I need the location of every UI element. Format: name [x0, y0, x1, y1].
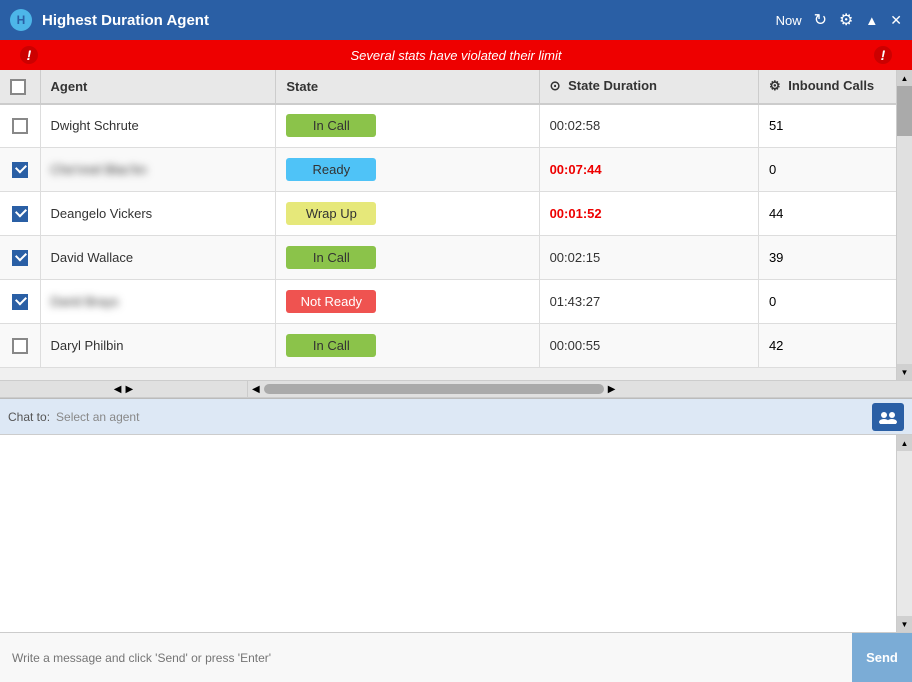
table-vertical-scrollbar[interactable]: ▲ ▼ — [896, 70, 912, 380]
col-header-state: State — [276, 70, 539, 104]
state-badge: In Call — [286, 246, 376, 269]
row-checkbox[interactable] — [12, 250, 28, 266]
chat-scroll-down[interactable]: ▼ — [897, 616, 912, 632]
right-scroll-pane[interactable]: ◀ ▶ — [248, 381, 912, 397]
row-checkbox[interactable] — [12, 338, 28, 354]
right-scroll-right-arrow[interactable]: ▶ — [608, 384, 616, 395]
agents-icon — [879, 410, 897, 424]
chat-scroll-up[interactable]: ▲ — [897, 435, 912, 451]
row-checkbox[interactable] — [12, 294, 28, 310]
chat-agent-select[interactable]: Select an agent — [56, 410, 872, 424]
agent-name: Dwight Schrute — [51, 118, 139, 133]
chat-agents-button[interactable] — [872, 403, 904, 431]
select-all-checkbox[interactable] — [10, 79, 26, 95]
state-badge: Ready — [286, 158, 376, 181]
col-header-duration: ⊙ State Duration — [539, 70, 758, 104]
agent-name: David Wallace — [51, 250, 134, 265]
right-scroll-left-arrow[interactable]: ◀ — [252, 384, 260, 395]
row-checkbox[interactable] — [12, 206, 28, 222]
horizontal-scroll-area: ◀ ▶ ◀ ▶ — [0, 380, 912, 398]
state-duration: 01:43:27 — [539, 280, 758, 324]
state-duration: 00:01:52 — [539, 192, 758, 236]
agent-table: Agent State ⊙ State Duration ⚙ Inbound C… — [0, 70, 912, 368]
scroll-up-arrow[interactable]: ▲ — [897, 70, 912, 86]
state-badge: In Call — [286, 114, 376, 137]
chat-vertical-scrollbar[interactable]: ▲ ▼ — [896, 435, 912, 632]
inbound-calls: 39 — [758, 236, 912, 280]
col-header-agent: Agent — [40, 70, 276, 104]
scroll-down-arrow[interactable]: ▼ — [897, 364, 912, 380]
horizontal-scroll-thumb[interactable] — [264, 384, 604, 394]
state-duration: 00:00:55 — [539, 324, 758, 368]
inbound-calls: 51 — [758, 104, 912, 148]
col-header-inbound: ⚙ Inbound Calls — [758, 70, 912, 104]
duration-sort-icon[interactable]: ⊙ — [550, 78, 561, 93]
minimize-button[interactable]: ▲ — [865, 13, 878, 28]
chat-messages-area: ▲ ▼ — [0, 434, 912, 632]
table-row: Deangelo Vickers Wrap Up 00:01:5244 — [0, 192, 912, 236]
state-badge: Wrap Up — [286, 202, 376, 225]
chat-input-field[interactable] — [0, 633, 852, 682]
agent-table-container: Agent State ⊙ State Duration ⚙ Inbound C… — [0, 70, 912, 380]
window-controls: Now ↻ ⚙ ▲ ✕ — [776, 10, 902, 30]
settings-button[interactable]: ⚙ — [839, 10, 853, 30]
inbound-calls: 42 — [758, 324, 912, 368]
table-row: Daryl Philbin In Call 00:00:5542 — [0, 324, 912, 368]
table-header-row: Agent State ⊙ State Duration ⚙ Inbound C… — [0, 70, 912, 104]
scroll-track[interactable] — [897, 86, 912, 364]
inbound-calls: 0 — [758, 280, 912, 324]
agent-name: Che'nnel Blac'kn — [51, 162, 147, 177]
left-scroll-right-arrow[interactable]: ▶ — [126, 384, 134, 395]
app-icon: H — [10, 9, 32, 31]
table-row: Dwight Schrute In Call 00:02:5851 — [0, 104, 912, 148]
inbound-settings-icon[interactable]: ⚙ — [769, 78, 781, 93]
left-scroll-pane[interactable]: ◀ ▶ — [0, 381, 248, 397]
table-row: Che'nnel Blac'kn Ready 00:07:440 — [0, 148, 912, 192]
state-badge: In Call — [286, 334, 376, 357]
state-badge: Not Ready — [286, 290, 376, 313]
alert-icon-right: ! — [874, 46, 892, 64]
table-row: David Wallace In Call 00:02:1539 — [0, 236, 912, 280]
alert-icon-left: ! — [20, 46, 38, 64]
scroll-thumb[interactable] — [897, 86, 912, 136]
left-scroll-left-arrow[interactable]: ◀ — [114, 384, 122, 395]
alert-bar: ! Several stats have violated their limi… — [0, 40, 912, 70]
chat-input-area: Send — [0, 632, 912, 682]
chat-scroll-track[interactable] — [897, 451, 912, 616]
agent-name: Darid Brays — [51, 294, 119, 309]
refresh-button[interactable]: ↻ — [814, 10, 827, 30]
state-duration: 00:02:58 — [539, 104, 758, 148]
inbound-calls: 44 — [758, 192, 912, 236]
close-button[interactable]: ✕ — [890, 12, 902, 29]
send-button[interactable]: Send — [852, 633, 912, 682]
now-label: Now — [776, 13, 802, 28]
table-row: Darid Brays Not Ready 01:43:270 — [0, 280, 912, 324]
app-title: Highest Duration Agent — [42, 12, 776, 29]
state-duration: 00:02:15 — [539, 236, 758, 280]
state-duration: 00:07:44 — [539, 148, 758, 192]
title-bar: H Highest Duration Agent Now ↻ ⚙ ▲ ✕ — [0, 0, 912, 40]
row-checkbox[interactable] — [12, 162, 28, 178]
agent-name: Daryl Philbin — [51, 338, 124, 353]
agent-name: Deangelo Vickers — [51, 206, 153, 221]
main-content: ! Several stats have violated their limi… — [0, 40, 912, 682]
row-checkbox[interactable] — [12, 118, 28, 134]
alert-message: Several stats have violated their limit — [351, 48, 562, 63]
chat-to-label: Chat to: — [8, 410, 50, 424]
col-header-check[interactable] — [0, 70, 40, 104]
inbound-calls: 0 — [758, 148, 912, 192]
chat-bar: Chat to: Select an agent — [0, 398, 912, 434]
